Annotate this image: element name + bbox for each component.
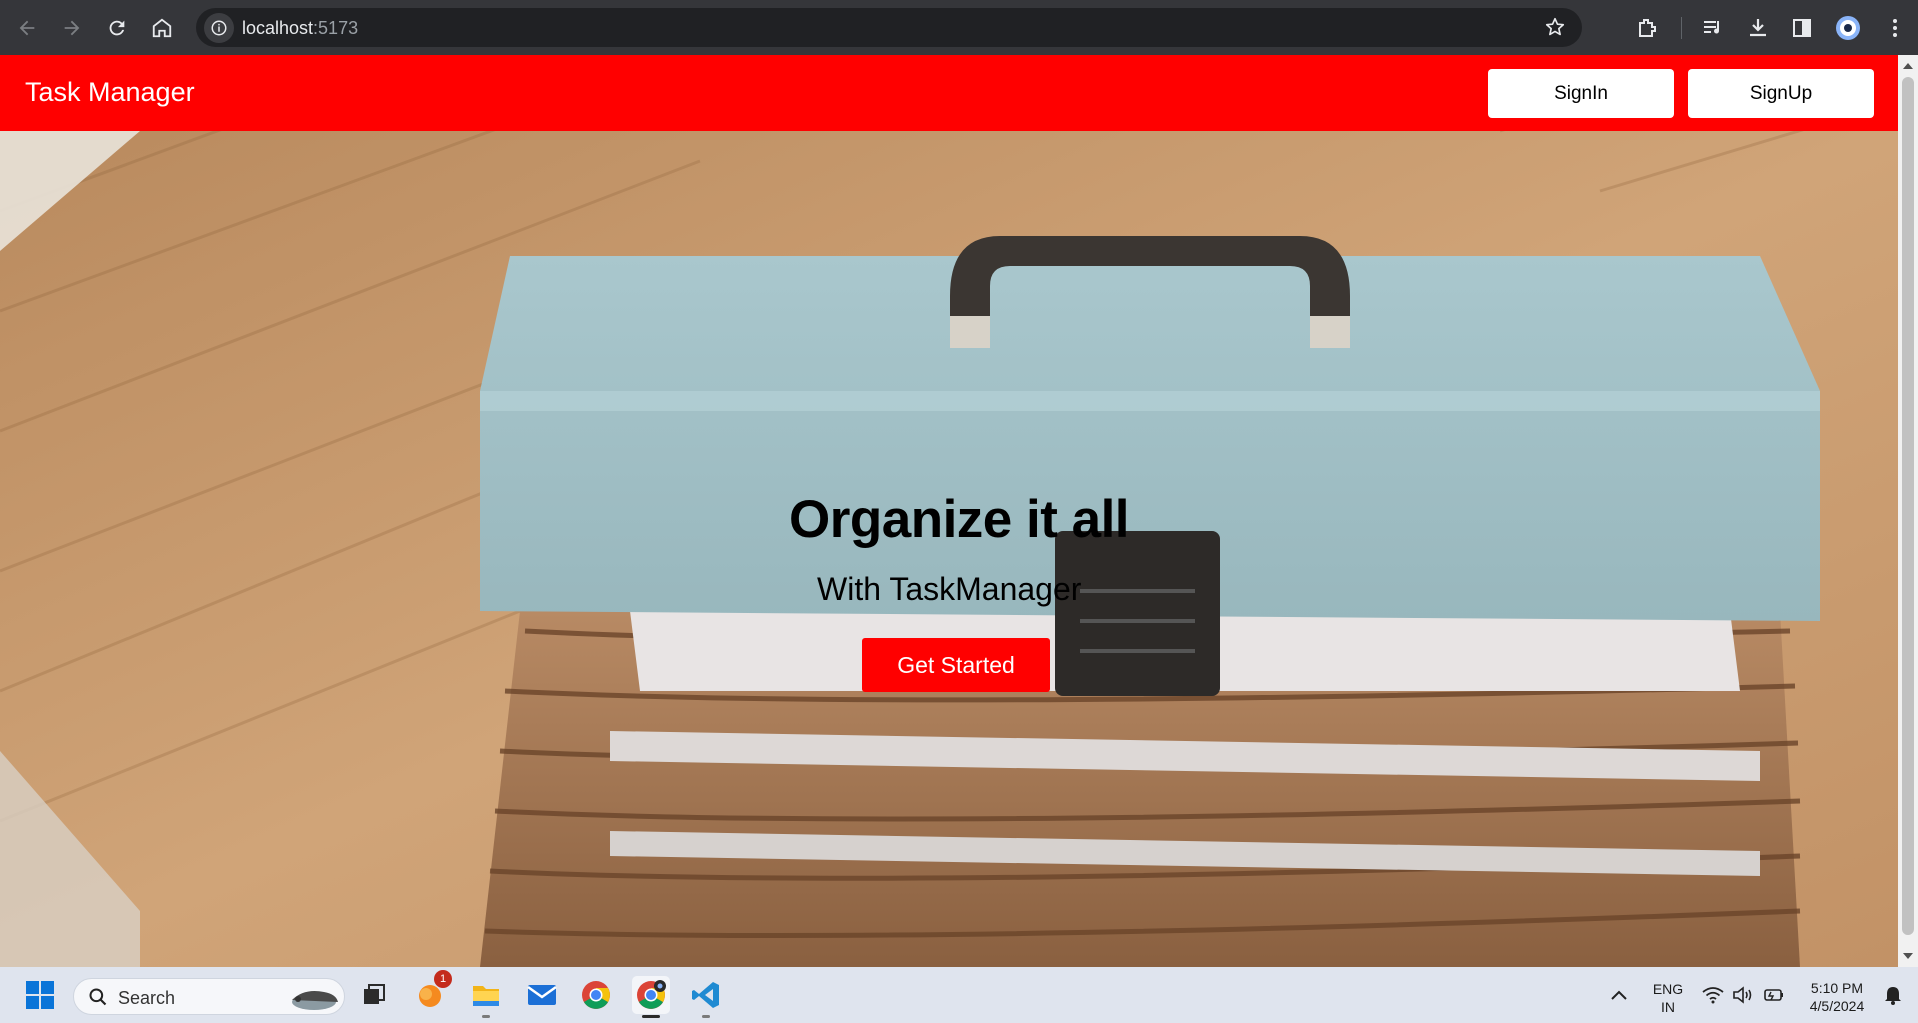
language-code: ENG (1652, 981, 1684, 997)
mail-app-icon[interactable] (523, 976, 561, 1014)
running-indicator (702, 1015, 710, 1018)
url-port: :5173 (313, 18, 359, 38)
region-code: IN (1661, 999, 1675, 1015)
scroll-down-arrow-icon[interactable] (1903, 953, 1913, 959)
hero-title: Organize it all (789, 490, 1130, 549)
signin-button[interactable]: SignIn (1488, 69, 1674, 118)
volume-icon[interactable] (1727, 976, 1759, 1014)
bookmark-star-icon[interactable] (1544, 16, 1566, 43)
vscode-app-icon[interactable] (687, 976, 725, 1018)
clock-date: 4/5/2024 (1809, 998, 1865, 1014)
wifi-icon[interactable] (1696, 976, 1730, 1014)
taskbar-search[interactable]: Search (73, 978, 345, 1015)
notification-bell-icon[interactable] (1876, 976, 1910, 1014)
url-text[interactable]: localhost:5173 (242, 18, 358, 39)
extensions-icon[interactable] (1632, 13, 1662, 43)
side-panel-icon[interactable] (1787, 13, 1817, 43)
get-started-button[interactable]: Get Started (862, 638, 1050, 692)
notification-badge: 1 (434, 970, 452, 988)
search-highlight-icon (292, 991, 338, 1010)
task-view-icon[interactable] (355, 976, 393, 1014)
chevron-up-icon[interactable] (1601, 976, 1637, 1014)
back-icon[interactable] (11, 12, 43, 44)
running-indicator (482, 1015, 490, 1018)
windows-taskbar: Search 1 ENG IN 5:10 PM 4/5/2024 (0, 967, 1918, 1023)
site-info-icon[interactable] (204, 13, 234, 43)
scroll-up-arrow-icon[interactable] (1903, 63, 1913, 69)
home-icon[interactable] (146, 12, 178, 44)
active-indicator (642, 1015, 660, 1018)
profile-avatar-icon[interactable] (1833, 13, 1863, 43)
taskbar-search-label: Search (118, 988, 176, 1008)
address-bar[interactable]: localhost:5173 (196, 8, 1582, 47)
windows-start-icon[interactable] (21, 976, 59, 1014)
widgets-app-icon[interactable]: 1 (411, 970, 452, 1014)
web-page: Task Manager SignIn SignUp Organize it a… (0, 55, 1898, 967)
chrome-profile-app-icon[interactable] (632, 976, 670, 1018)
reload-icon[interactable] (101, 12, 133, 44)
file-explorer-icon[interactable] (467, 976, 505, 1018)
chrome-app-icon[interactable] (577, 976, 615, 1014)
download-icon[interactable] (1743, 13, 1773, 43)
signup-button[interactable]: SignUp (1688, 69, 1874, 118)
scrollbar-thumb[interactable] (1902, 77, 1914, 935)
toolbar-divider (1681, 17, 1682, 39)
url-host: localhost (242, 18, 314, 38)
clock-time: 5:10 PM (1810, 980, 1864, 996)
forward-icon[interactable] (56, 12, 88, 44)
battery-icon[interactable] (1757, 976, 1791, 1014)
browser-toolbar: localhost:5173 (0, 0, 1918, 55)
hero-section: Organize it all With TaskManager Get Sta… (0, 131, 1898, 967)
language-indicator[interactable]: ENG IN (1646, 980, 1690, 1016)
browser-menu-icon[interactable] (1880, 13, 1910, 43)
media-controls-icon[interactable] (1698, 13, 1728, 43)
brand-title[interactable]: Task Manager (25, 77, 195, 108)
site-navbar: Task Manager SignIn SignUp (0, 55, 1898, 131)
search-icon (89, 988, 107, 1006)
page-scrollbar[interactable] (1898, 55, 1918, 967)
clock[interactable]: 5:10 PM 4/5/2024 (1798, 979, 1876, 1015)
hero-subtitle: With TaskManager (817, 571, 1082, 607)
